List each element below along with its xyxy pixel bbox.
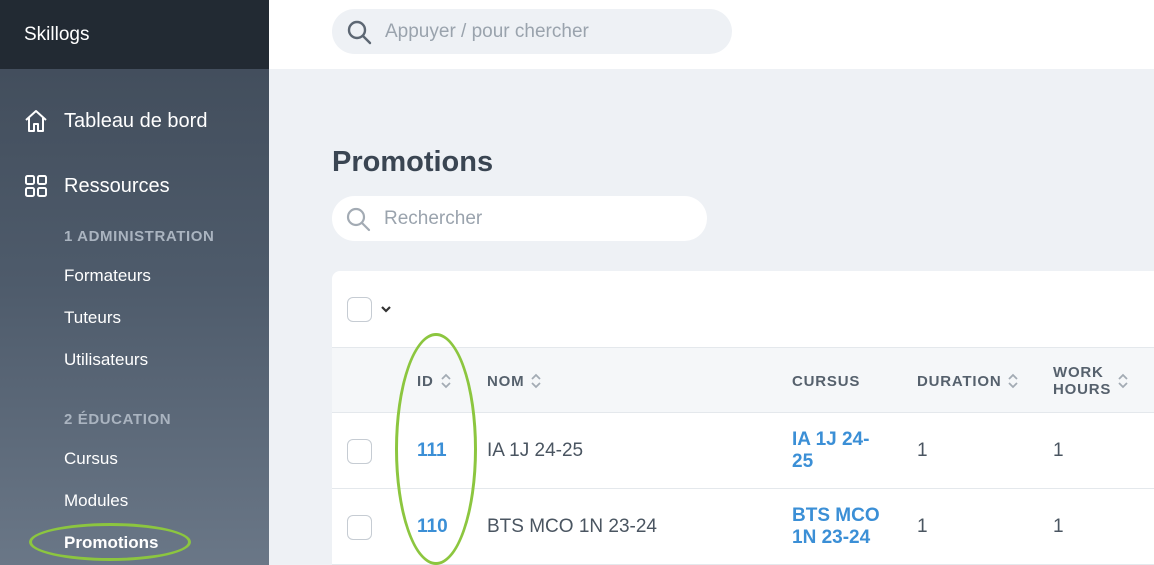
home-icon (22, 107, 50, 135)
sidebar-item-utilisateurs[interactable]: Utilisateurs (64, 350, 148, 370)
table-row[interactable]: 111 IA 1J 24-25 IA 1J 24- 25 1 1 (332, 413, 1154, 489)
column-label: WORK HOURS (1053, 364, 1111, 398)
sidebar: Skillogs Tableau de bord Ressources 1 AD… (0, 0, 269, 565)
cursus-line: IA 1J 24- (792, 429, 870, 450)
global-search[interactable] (332, 9, 732, 54)
cursus-line: 1N 23-24 (792, 527, 871, 548)
column-header-cursus: CURSUS (792, 348, 860, 414)
sort-icon (531, 373, 542, 389)
search-icon (346, 207, 371, 231)
row-id-link[interactable]: 111 (417, 413, 447, 489)
cursus-line: BTS MCO (792, 505, 880, 526)
row-nom: BTS MCO 1N 23-24 (487, 516, 657, 537)
search-icon (347, 20, 372, 44)
row-checkbox[interactable] (347, 514, 372, 540)
column-label-line: HOURS (1053, 381, 1112, 398)
select-all-checkbox[interactable] (347, 296, 372, 322)
sidebar-item-label: Ressources (64, 174, 170, 197)
row-work-hours: 1 (1053, 440, 1064, 461)
table-row[interactable]: 110 BTS MCO 1N 23-24 BTS MCO 1N 23-24 1 1 (332, 489, 1154, 565)
column-header-duration[interactable]: DURATION (917, 348, 1019, 414)
section-title-administration: 1 ADMINISTRATION (64, 228, 215, 245)
row-duration: 1 (917, 516, 928, 537)
page-search-input[interactable] (384, 207, 704, 230)
row-duration: 1 (917, 440, 928, 461)
sort-icon (440, 373, 451, 389)
row-checkbox[interactable] (347, 438, 372, 464)
sidebar-item-modules[interactable]: Modules (64, 491, 128, 511)
sidebar-item-tableau-de-bord[interactable]: Tableau de bord (0, 99, 269, 143)
topbar (269, 0, 1154, 69)
table-header: ID NOM CURSUS DURATION WORK HOURS (332, 347, 1154, 413)
brand-logo[interactable]: Skillogs (0, 0, 269, 69)
column-header-id[interactable]: ID (417, 348, 452, 414)
sidebar-item-promotions[interactable]: Promotions (64, 533, 158, 553)
column-label: NOM (487, 372, 525, 390)
section-title-education: 2 ÉDUCATION (64, 411, 172, 428)
sidebar-item-cursus[interactable]: Cursus (64, 449, 118, 469)
column-label: DURATION (917, 372, 1002, 390)
row-id-link[interactable]: 110 (417, 489, 448, 565)
column-header-nom[interactable]: NOM (487, 348, 542, 414)
column-label: ID (417, 372, 434, 390)
row-cursus-link[interactable]: BTS MCO 1N 23-24 (792, 489, 902, 565)
sidebar-item-ressources[interactable]: Ressources (0, 164, 269, 208)
column-label: CURSUS (792, 372, 861, 390)
row-cursus-link[interactable]: IA 1J 24- 25 (792, 413, 902, 489)
column-label-line: WORK (1053, 364, 1104, 381)
chevron-down-icon[interactable] (379, 302, 393, 316)
sidebar-item-label: Tableau de bord (64, 109, 208, 132)
sort-icon (1118, 373, 1128, 389)
global-search-input[interactable] (385, 20, 705, 43)
page-search[interactable] (332, 196, 707, 241)
grid-icon (22, 172, 50, 200)
bulk-actions (332, 271, 1154, 347)
page-title: Promotions (332, 146, 494, 178)
column-header-work-hours[interactable]: WORK HOURS (1053, 348, 1129, 414)
sidebar-item-tuteurs[interactable]: Tuteurs (64, 308, 121, 328)
cursus-line: 25 (792, 451, 814, 472)
sort-icon (1008, 373, 1019, 389)
row-nom: IA 1J 24-25 (487, 440, 584, 461)
promotions-table-card: ID NOM CURSUS DURATION WORK HOURS 111 IA … (332, 271, 1154, 565)
sidebar-item-formateurs[interactable]: Formateurs (64, 266, 151, 286)
row-work-hours: 1 (1053, 516, 1064, 537)
